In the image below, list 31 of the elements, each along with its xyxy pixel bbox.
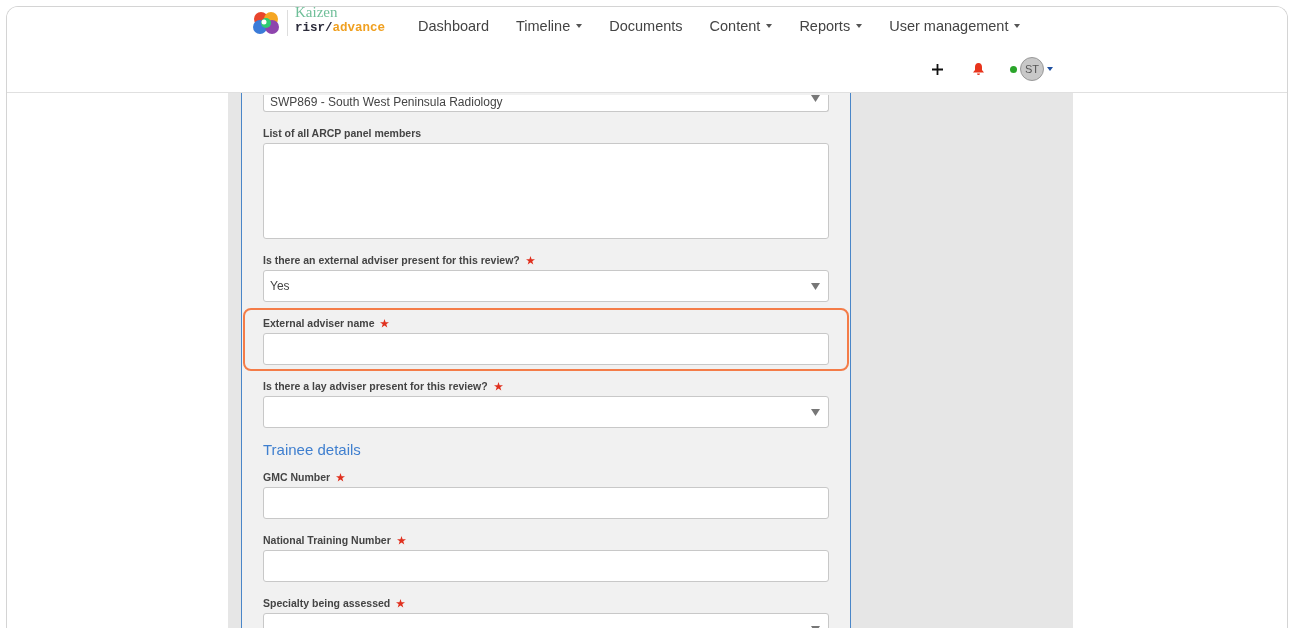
text-area[interactable] [263,143,829,239]
field-label: List of all ARCP panel members [263,127,422,139]
logo-icon [252,11,280,35]
caret-icon[interactable] [1047,67,1053,71]
field-label: Is there a lay adviser present for this review? [263,380,488,392]
field-label: Specialty being assessed [263,597,391,609]
dropdown-field[interactable]: SWP869 - South West Peninsula Radiology [263,95,829,112]
nav-link[interactable]: Reports [799,18,863,34]
nav-link[interactable]: User management [889,18,1021,34]
input-field[interactable] [263,550,829,582]
field-label: External adviser name [263,317,375,329]
input-field[interactable] [263,487,829,519]
logo-subtitle: Kaizen [295,8,339,16]
dropdown-arrow-icon [811,282,820,290]
logo-text: risr/advance [295,22,386,34]
field-label: Is there an external adviser present for this review? [263,254,520,266]
input-field[interactable] [263,333,829,365]
add-icon[interactable] [932,63,943,75]
dropdown-arrow-icon [811,408,820,416]
field-label: National Training Number [263,534,391,546]
nav-link[interactable]: Dashboard [418,18,489,34]
bell-icon[interactable] [973,63,984,75]
nav-link[interactable]: Content [709,18,773,34]
field-label: GMC Number [263,471,331,483]
avatar[interactable]: ST [1020,57,1044,81]
nav-link[interactable]: Timeline [515,18,583,34]
nav-link[interactable]: Documents [609,18,683,34]
section-heading: Trainee details [263,440,362,460]
dropdown-arrow-icon [811,95,820,102]
dropdown-field[interactable] [263,396,829,428]
dropdown-field[interactable]: Yes [263,270,829,302]
